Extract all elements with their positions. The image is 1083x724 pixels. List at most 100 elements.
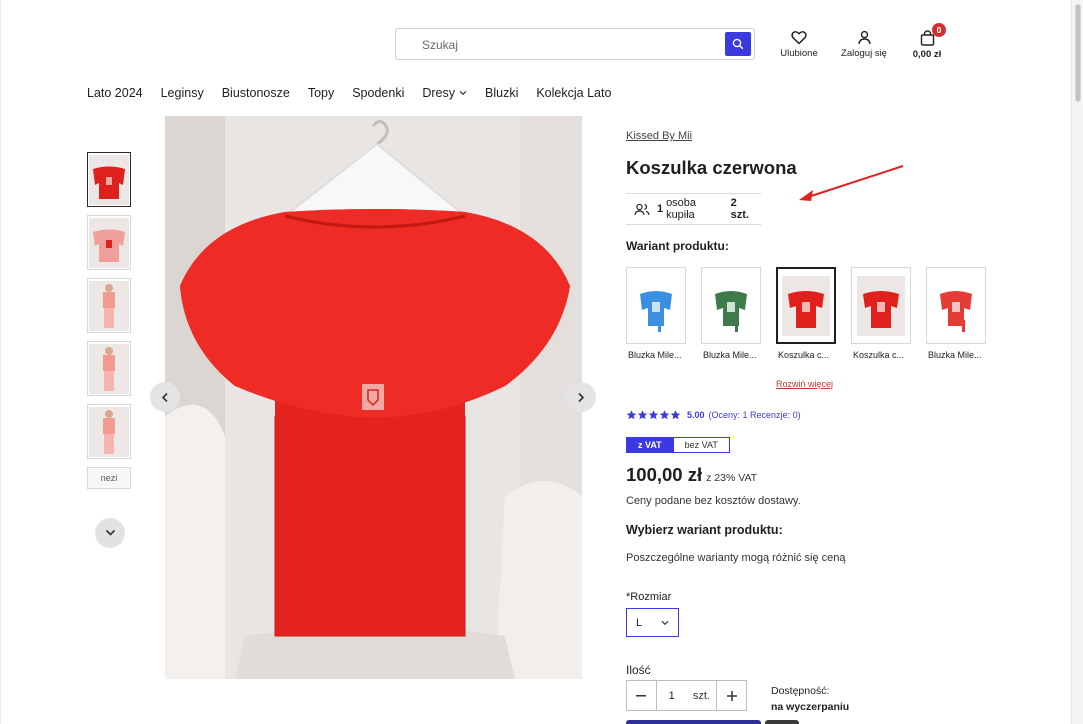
variant-option[interactable]: Koszulka c... — [851, 267, 911, 360]
show-more-variants-link[interactable]: Rozwiń więcej — [776, 379, 833, 389]
bought-count: 1 — [656, 203, 664, 215]
nav-item-lato-2024[interactable]: Lato 2024 — [87, 86, 143, 100]
star-icon — [670, 410, 681, 420]
chevron-down-icon — [105, 529, 115, 536]
variant-name: Koszulka c... — [778, 350, 830, 360]
main-navigation: Lato 2024 Leginsy Biustonosze Topy Spode… — [87, 86, 629, 100]
heart-icon — [791, 31, 807, 45]
brand-link[interactable]: Kissed By Mii — [626, 130, 692, 142]
variant-name: Bluzka Mile... — [628, 350, 682, 360]
star-icon — [637, 410, 648, 420]
add-to-cart-button[interactable] — [626, 720, 761, 724]
product-thumbnail-image — [89, 280, 129, 331]
gallery-thumbnail-partial[interactable]: nezi — [87, 467, 131, 489]
gallery-thumbnail[interactable] — [87, 215, 131, 270]
product-page: Ulubione Zaloguj się 0,00 zł 0 Lato 2024… — [0, 0, 1071, 724]
variant-option[interactable]: Bluzka Mile... — [701, 267, 761, 360]
quantity-decrease-button[interactable] — [627, 681, 657, 710]
variant-name: Bluzka Mile... — [703, 350, 757, 360]
availability-status: na wyczerpaniu — [771, 701, 850, 713]
favorites-label: Ulubione — [780, 48, 818, 59]
minus-icon — [636, 694, 647, 696]
nav-item-spodenki[interactable]: Spodenki — [352, 86, 404, 100]
variant-image — [857, 275, 905, 336]
gallery-thumbnail[interactable] — [87, 278, 131, 333]
nav-item-bluzki[interactable]: Bluzki — [485, 86, 518, 100]
star-icon — [626, 410, 637, 420]
product-price: 100,00 zł — [626, 464, 703, 485]
image-prev-button[interactable] — [150, 382, 180, 412]
image-next-button[interactable] — [566, 382, 596, 412]
gallery-thumbnails: nezi — [87, 152, 133, 489]
nav-item-dresy-label: Dresy — [422, 86, 455, 100]
variant-thumbnail — [701, 267, 761, 344]
login-label: Zaloguj się — [841, 48, 887, 59]
page-scrollbar[interactable] — [1071, 0, 1083, 724]
thumbnails-scroll-down-button[interactable] — [95, 518, 125, 548]
cart-link[interactable]: 0,00 zł 0 — [907, 23, 947, 60]
user-icon — [857, 30, 871, 45]
thumbnail-label: nezi — [100, 473, 118, 483]
size-selected-value: L — [636, 616, 643, 629]
variant-thumbnail — [626, 267, 686, 344]
variant-price-note: Poszczególne warianty mogą różnić się ce… — [626, 552, 846, 564]
product-thumbnail-image — [89, 154, 129, 205]
nav-item-leginsy[interactable]: Leginsy — [161, 86, 204, 100]
rating-stars — [626, 410, 681, 420]
search-bar[interactable] — [395, 28, 755, 60]
bought-quantity: 2 szt. — [730, 197, 749, 221]
scrollbar-thumb[interactable] — [1075, 4, 1081, 102]
variant-image — [715, 290, 747, 332]
secondary-action-button[interactable] — [765, 720, 799, 724]
variant-option[interactable]: Bluzka Mile... — [626, 267, 686, 360]
product-thumbnail-image — [89, 343, 129, 394]
nav-item-kolekcja-lato[interactable]: Kolekcja Lato — [536, 86, 611, 100]
cart-count-badge: 0 — [932, 23, 946, 37]
variant-thumbnail — [851, 267, 911, 344]
gallery-thumbnail[interactable] — [87, 152, 131, 207]
login-link[interactable]: Zaloguj się — [839, 30, 889, 59]
quantity-label: Ilość — [626, 663, 651, 677]
size-label: *Rozmiar — [626, 591, 672, 603]
rating-meta: (Oceny: 1 Recenzje: 0) — [708, 410, 801, 420]
quantity-unit: szt. — [692, 689, 710, 702]
quantity-input[interactable]: 1 — [657, 681, 687, 710]
variant-option[interactable]: Bluzka Mile... — [926, 267, 986, 360]
vat-toggle-without-vat[interactable]: bez VAT — [672, 438, 729, 452]
users-icon — [634, 203, 650, 215]
gallery-thumbnail[interactable] — [87, 404, 131, 459]
cart-total: 0,00 zł — [912, 49, 942, 60]
product-rating[interactable]: 5.00 (Oceny: 1 Recenzje: 0) — [626, 410, 801, 420]
star-icon — [648, 410, 659, 420]
variant-list: Bluzka Mile... Bluzka Mile... Koszulka c… — [626, 267, 1001, 360]
search-input[interactable] — [422, 35, 712, 55]
search-button[interactable] — [725, 32, 751, 56]
chevron-left-icon — [161, 392, 168, 402]
variant-option-selected[interactable]: Koszulka c... — [776, 267, 836, 360]
chevron-down-icon — [661, 620, 669, 625]
gallery-thumbnail[interactable] — [87, 341, 131, 396]
size-select[interactable]: L — [626, 608, 679, 637]
nav-item-dresy[interactable]: Dresy — [422, 86, 467, 100]
product-title: Koszulka czerwona — [626, 157, 797, 178]
variant-image — [782, 275, 830, 336]
rating-value: 5.00 — [687, 410, 705, 420]
availability-info: Dostępność: na wyczerpaniu — [771, 683, 849, 715]
product-photo — [165, 116, 582, 679]
shipping-price-note: Ceny podane bez kosztów dostawy. — [626, 495, 801, 507]
price-vat-note: z 23% VAT — [706, 472, 758, 484]
star-icon — [659, 410, 670, 420]
purchase-count-info: 1 osoba kupiła 2 szt. — [626, 193, 761, 225]
variant-heading: Wariant produktu: — [626, 239, 729, 253]
favorites-link[interactable]: Ulubione — [779, 30, 819, 59]
search-icon — [732, 38, 744, 50]
product-thumbnail-image — [89, 217, 129, 268]
vat-toggle-with-vat[interactable]: z VAT — [627, 438, 673, 452]
nav-item-topy[interactable]: Topy — [308, 86, 334, 100]
variant-thumbnail — [926, 267, 986, 344]
annotation-arrow — [799, 165, 904, 201]
variant-image — [640, 290, 672, 332]
nav-item-biustonosze[interactable]: Biustonosze — [222, 86, 290, 100]
quantity-increase-button[interactable] — [716, 681, 746, 710]
main-product-image[interactable] — [165, 116, 582, 679]
